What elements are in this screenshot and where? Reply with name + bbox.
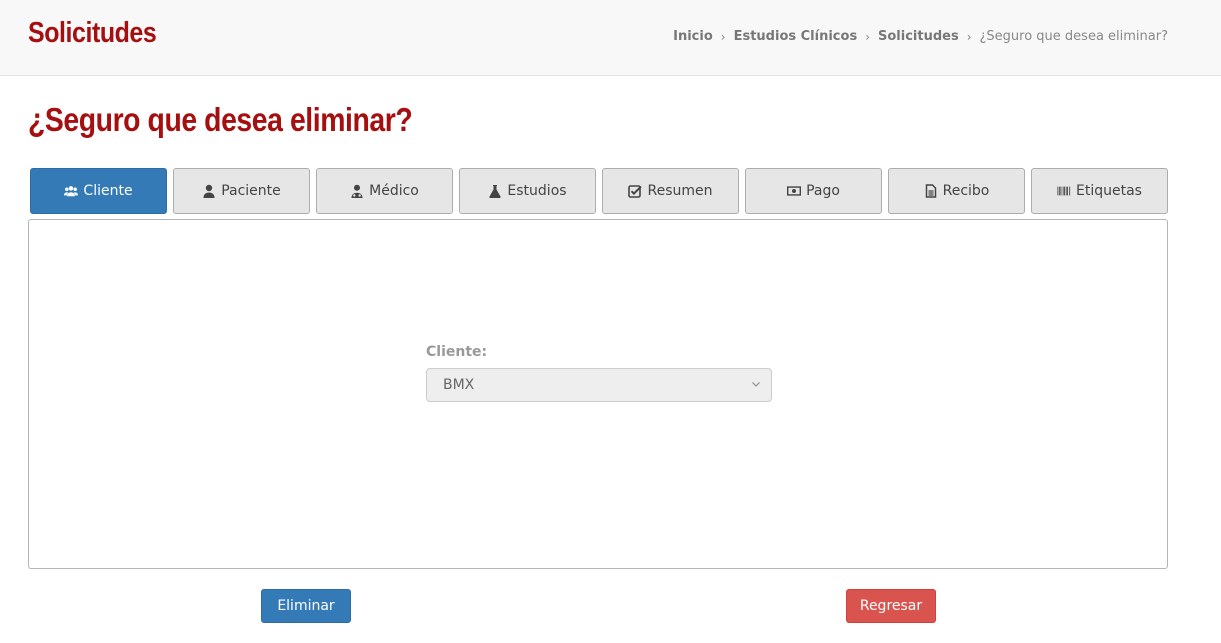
tab-recibo[interactable]: Recibo xyxy=(888,168,1025,214)
breadcrumb-separator-icon: › xyxy=(720,29,726,44)
tab-etiquetas[interactable]: Etiquetas xyxy=(1031,168,1168,214)
tab-paciente[interactable]: Paciente xyxy=(173,168,310,214)
tab-label: Pago xyxy=(806,183,840,199)
tab-estudios[interactable]: Estudios xyxy=(459,168,596,214)
breadcrumb-estudios-clinicos[interactable]: Estudios Clínicos xyxy=(734,29,858,44)
cliente-label: Cliente: xyxy=(426,344,488,360)
tab-label: Etiquetas xyxy=(1076,183,1142,199)
tab-content-panel: Cliente: BMX xyxy=(28,219,1168,569)
tab-cliente[interactable]: Cliente xyxy=(30,168,167,214)
delete-button[interactable]: Eliminar xyxy=(261,589,351,623)
tab-label: Estudios xyxy=(507,183,567,199)
cliente-select-value: BMX xyxy=(443,377,475,393)
breadcrumb: Inicio › Estudios Clínicos › Solicitudes… xyxy=(673,29,1168,44)
breadcrumb-separator-icon: › xyxy=(966,29,972,44)
tab-label: Resumen xyxy=(647,183,713,199)
tab-resumen[interactable]: Resumen xyxy=(602,168,739,214)
cliente-field: Cliente: BMX xyxy=(426,344,772,402)
chevron-down-icon xyxy=(751,377,761,393)
top-header: Solicitudes Inicio › Estudios Clínicos ›… xyxy=(0,0,1221,76)
tab-label: Médico xyxy=(369,183,419,199)
barcode-icon xyxy=(1057,184,1071,198)
tab-medico[interactable]: Médico xyxy=(316,168,453,214)
back-button[interactable]: Regresar xyxy=(846,589,936,623)
breadcrumb-solicitudes[interactable]: Solicitudes xyxy=(878,29,959,44)
flask-icon xyxy=(488,184,502,198)
app-title: Solicitudes xyxy=(28,17,157,49)
money-icon xyxy=(787,184,802,198)
page-title: ¿Seguro que desea eliminar? xyxy=(28,101,413,138)
doctor-icon xyxy=(350,184,364,198)
tab-pago[interactable]: Pago xyxy=(745,168,882,214)
breadcrumb-separator-icon: › xyxy=(865,29,870,44)
check-square-icon xyxy=(628,184,643,198)
tab-bar: Cliente Paciente Médico Estudios Resumen… xyxy=(30,168,1168,214)
tab-label: Paciente xyxy=(221,183,281,199)
breadcrumb-current: ¿Seguro que desea eliminar? xyxy=(979,29,1168,44)
breadcrumb-inicio[interactable]: Inicio xyxy=(673,29,713,44)
file-text-icon xyxy=(924,184,938,198)
user-icon xyxy=(202,184,216,198)
tab-label: Cliente xyxy=(83,183,133,199)
users-icon xyxy=(64,184,79,198)
cliente-select[interactable]: BMX xyxy=(426,368,772,402)
tab-label: Recibo xyxy=(942,183,990,199)
